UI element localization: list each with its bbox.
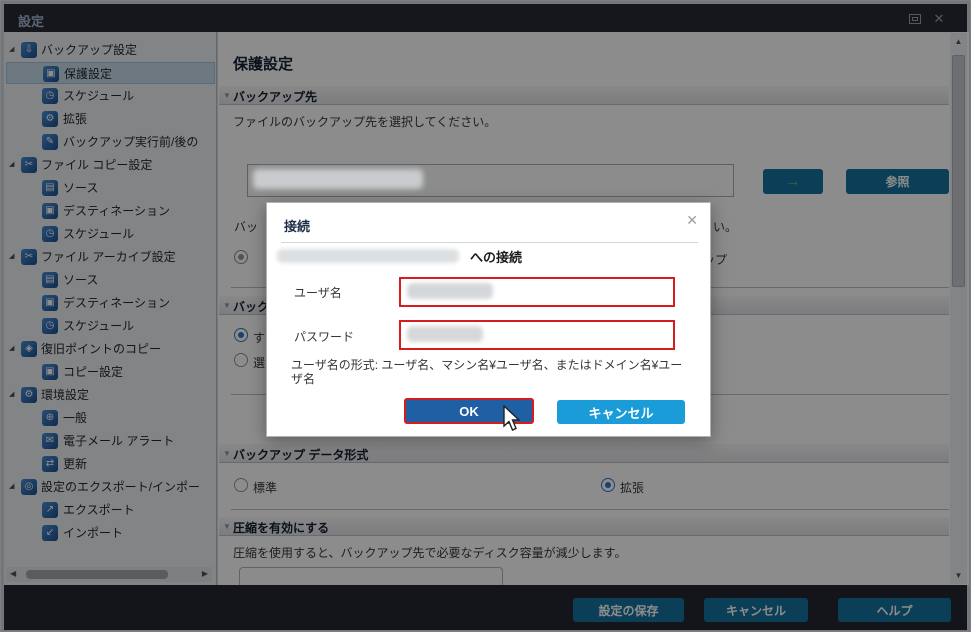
divider [281,242,698,243]
redacted-path-text [253,169,423,189]
redacted-username [407,283,493,299]
settings-window: 設定 ✕ ◢⇩バックアップ設定 ▣保護設定 ◷スケジュール ⚙拡張 ✎バックアッ… [0,0,971,632]
redacted-server-name [277,249,459,263]
mouse-cursor [501,405,523,432]
password-label: パスワード [294,328,354,345]
redacted-password [407,326,483,342]
dialog-title: 接続 [284,216,310,235]
connection-to-text: への接続 [470,247,522,266]
dialog-close-icon[interactable]: ✕ [686,212,698,229]
username-label: ユーザ名 [294,284,342,301]
username-format-hint: ユーザ名の形式: ユーザ名、マシン名¥ユーザ名、またはドメイン名¥ユーザ名 [291,358,693,386]
connection-dialog: 接続 ✕ への接続 ユーザ名 パスワード ユーザ名の形式: ユーザ名、マシン名¥… [266,202,711,437]
dialog-cancel-button[interactable]: キャンセル [557,400,685,424]
